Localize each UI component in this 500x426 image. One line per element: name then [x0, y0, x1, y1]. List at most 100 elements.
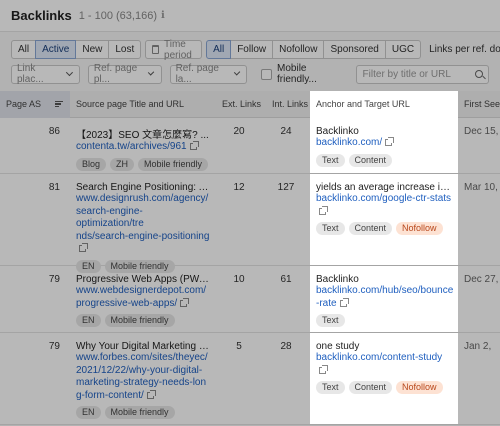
target-url-link[interactable]: backlinko.com/hub/seo/bounce -rate: [316, 285, 454, 310]
dropdown-label: Link plac...: [17, 63, 44, 85]
ref-page-platform-dropdown[interactable]: Ref. page pl...: [87, 63, 162, 85]
links-per-domain-label[interactable]: Links per ref. domain: [429, 44, 500, 55]
column-label: First Seen: [464, 99, 500, 109]
tag-badge: Mobile friendly: [104, 314, 175, 327]
table-row: 86 【2023】SEO 文章怎麼寫? ... contenta.tw/archiv…: [0, 118, 500, 174]
tag-badge: Content: [348, 153, 393, 167]
url-line: backlinko.com/hub/seo/bounce: [316, 285, 454, 296]
tag-badge: Blog: [76, 157, 107, 171]
source-title[interactable]: 【2023】SEO 文章怎麼寫? ...: [76, 126, 210, 141]
ext-links-cell[interactable]: 12: [216, 174, 266, 265]
url-line: backlinko.com/content-study: [316, 352, 443, 363]
follow-segmented-control: All Follow Nofollow Sponsored UGC: [206, 40, 422, 59]
anchor-cell: Backlinko backlinko.com/Text Content: [310, 118, 458, 173]
tag-badge: Mobile friendly: [138, 157, 209, 171]
follow-tab-sponsored[interactable]: Sponsored: [323, 40, 386, 59]
chevron-down-icon: [66, 69, 73, 76]
external-link-icon[interactable]: [180, 297, 190, 307]
external-link-icon[interactable]: [146, 389, 156, 399]
column-label: Source page Title and URL: [76, 99, 185, 109]
first-seen-cell: Dec 27,: [464, 274, 499, 285]
sort-descending-icon: [55, 100, 63, 108]
url-line: backlinko.com/: [316, 137, 383, 148]
tag-badge: Content: [348, 381, 393, 394]
follow-tab-ugc[interactable]: UGC: [384, 40, 422, 59]
tag-badge: Content: [348, 222, 393, 235]
tag-badge: Text: [316, 222, 345, 235]
url-line: progressive-web-apps/: [76, 297, 178, 309]
dropdown-label: Ref. page la...: [175, 63, 219, 85]
status-tab-new[interactable]: New: [75, 40, 110, 59]
external-link-icon[interactable]: [319, 205, 328, 215]
result-range: 1 - 100 (63,166): [78, 9, 157, 22]
status-tab-all[interactable]: All: [11, 40, 37, 59]
ref-page-language-dropdown[interactable]: Ref. page la...: [169, 63, 248, 85]
target-tags: Text Content Nofollow: [316, 381, 452, 394]
target-url-link[interactable]: backlinko.com/: [316, 137, 452, 150]
first-seen-cell: Mar 10,: [464, 182, 498, 193]
page-as-cell: 81: [48, 182, 60, 193]
url-line: -rate: [316, 297, 337, 309]
page-as-cell: 86: [48, 126, 60, 137]
int-links-cell[interactable]: 127: [266, 174, 310, 265]
tag-badge: EN: [76, 406, 101, 419]
anchor-cell: one study backlinko.com/content-study Text…: [310, 333, 458, 424]
tag-badge: ZH: [110, 157, 135, 171]
column-label: Anchor and Target URL: [316, 99, 410, 109]
link-placement-dropdown[interactable]: Link plac...: [11, 63, 80, 85]
url-line: marketing-strategy-needs-lon: [76, 377, 207, 388]
source-url-link[interactable]: contenta.tw/archives/961: [76, 141, 210, 154]
ext-links-cell[interactable]: 5: [216, 333, 266, 424]
source-cell: Search Engine Positioning: All... www.des…: [70, 174, 216, 273]
external-link-icon[interactable]: [189, 141, 199, 150]
target-tags: Text Content: [316, 153, 452, 167]
follow-tab-nofollow[interactable]: Nofollow: [272, 40, 325, 59]
page-header: Backlinks 1 - 100 (63,166) ℹ: [0, 0, 500, 32]
ext-links-cell[interactable]: 10: [216, 266, 266, 332]
tag-badge: Text: [316, 381, 345, 394]
table-header: Page AS Source page Title and URL Ext. L…: [0, 90, 500, 118]
info-icon[interactable]: ℹ: [161, 10, 165, 21]
target-url-link[interactable]: backlinko.com/content-study: [316, 352, 452, 377]
status-tab-active[interactable]: Active: [35, 40, 77, 59]
anchor-text: Backlinko: [316, 126, 359, 137]
follow-tab-follow[interactable]: Follow: [230, 40, 274, 59]
int-links-cell[interactable]: 28: [266, 333, 310, 424]
source-url-link[interactable]: www.webdesignerdepot.com/progressive-web…: [76, 285, 210, 310]
follow-tab-all[interactable]: All: [206, 40, 232, 59]
source-title[interactable]: Why Your Digital Marketing S...: [76, 341, 210, 352]
chevron-down-icon: [148, 69, 155, 76]
source-title[interactable]: Search Engine Positioning: All...: [76, 182, 210, 193]
source-tags: Blog ZH Mobile friendly: [76, 157, 210, 171]
source-url-link[interactable]: www.forbes.com/sites/theyec/2021/12/22/w…: [76, 352, 210, 402]
external-link-icon[interactable]: [339, 297, 349, 307]
column-header-page-as[interactable]: Page AS: [0, 90, 70, 118]
ext-links-cell[interactable]: 20: [216, 118, 266, 173]
status-tab-lost[interactable]: Lost: [108, 40, 142, 59]
tag-badge: Text: [316, 153, 345, 167]
first-seen-cell: Dec 15,: [464, 126, 499, 137]
column-header-first-seen[interactable]: First Seen: [458, 91, 500, 118]
source-url-link[interactable]: www.designrush.com/agency/search-engine-…: [76, 193, 210, 256]
search-input[interactable]: Filter by title or URL: [355, 64, 489, 84]
int-links-cell[interactable]: 61: [266, 266, 310, 332]
external-link-icon[interactable]: [319, 364, 328, 374]
target-url-link[interactable]: backlinko.com/google-ctr-stats: [316, 193, 452, 218]
int-links-cell[interactable]: 24: [266, 118, 310, 173]
source-title[interactable]: Progressive Web Apps (PWAs...: [76, 274, 210, 285]
time-period-button[interactable]: Time period: [145, 39, 203, 61]
external-link-icon[interactable]: [385, 137, 395, 146]
filter-bar-secondary: Link plac... Ref. page pl... Ref. page l…: [0, 63, 500, 85]
mobile-friendly-checkbox[interactable]: [261, 68, 273, 80]
search-icon[interactable]: [474, 69, 483, 78]
mobile-friendly-filter[interactable]: Mobile friendly...: [261, 63, 347, 85]
column-header-source[interactable]: Source page Title and URL: [70, 91, 216, 118]
column-header-anchor[interactable]: Anchor and Target URL: [310, 90, 458, 118]
external-link-icon[interactable]: [79, 243, 88, 252]
column-header-int-links[interactable]: Int. Links: [266, 91, 310, 118]
source-cell: Why Your Digital Marketing S... www.forbe…: [70, 333, 216, 424]
url-line: www.forbes.com/sites/theyec/: [76, 352, 208, 363]
url-line: www.webdesignerdepot.com/: [76, 285, 207, 296]
filter-bar-primary: All Active New Lost Time period All Follow No…: [0, 37, 500, 62]
column-header-ext-links[interactable]: Ext. Links: [216, 91, 266, 118]
